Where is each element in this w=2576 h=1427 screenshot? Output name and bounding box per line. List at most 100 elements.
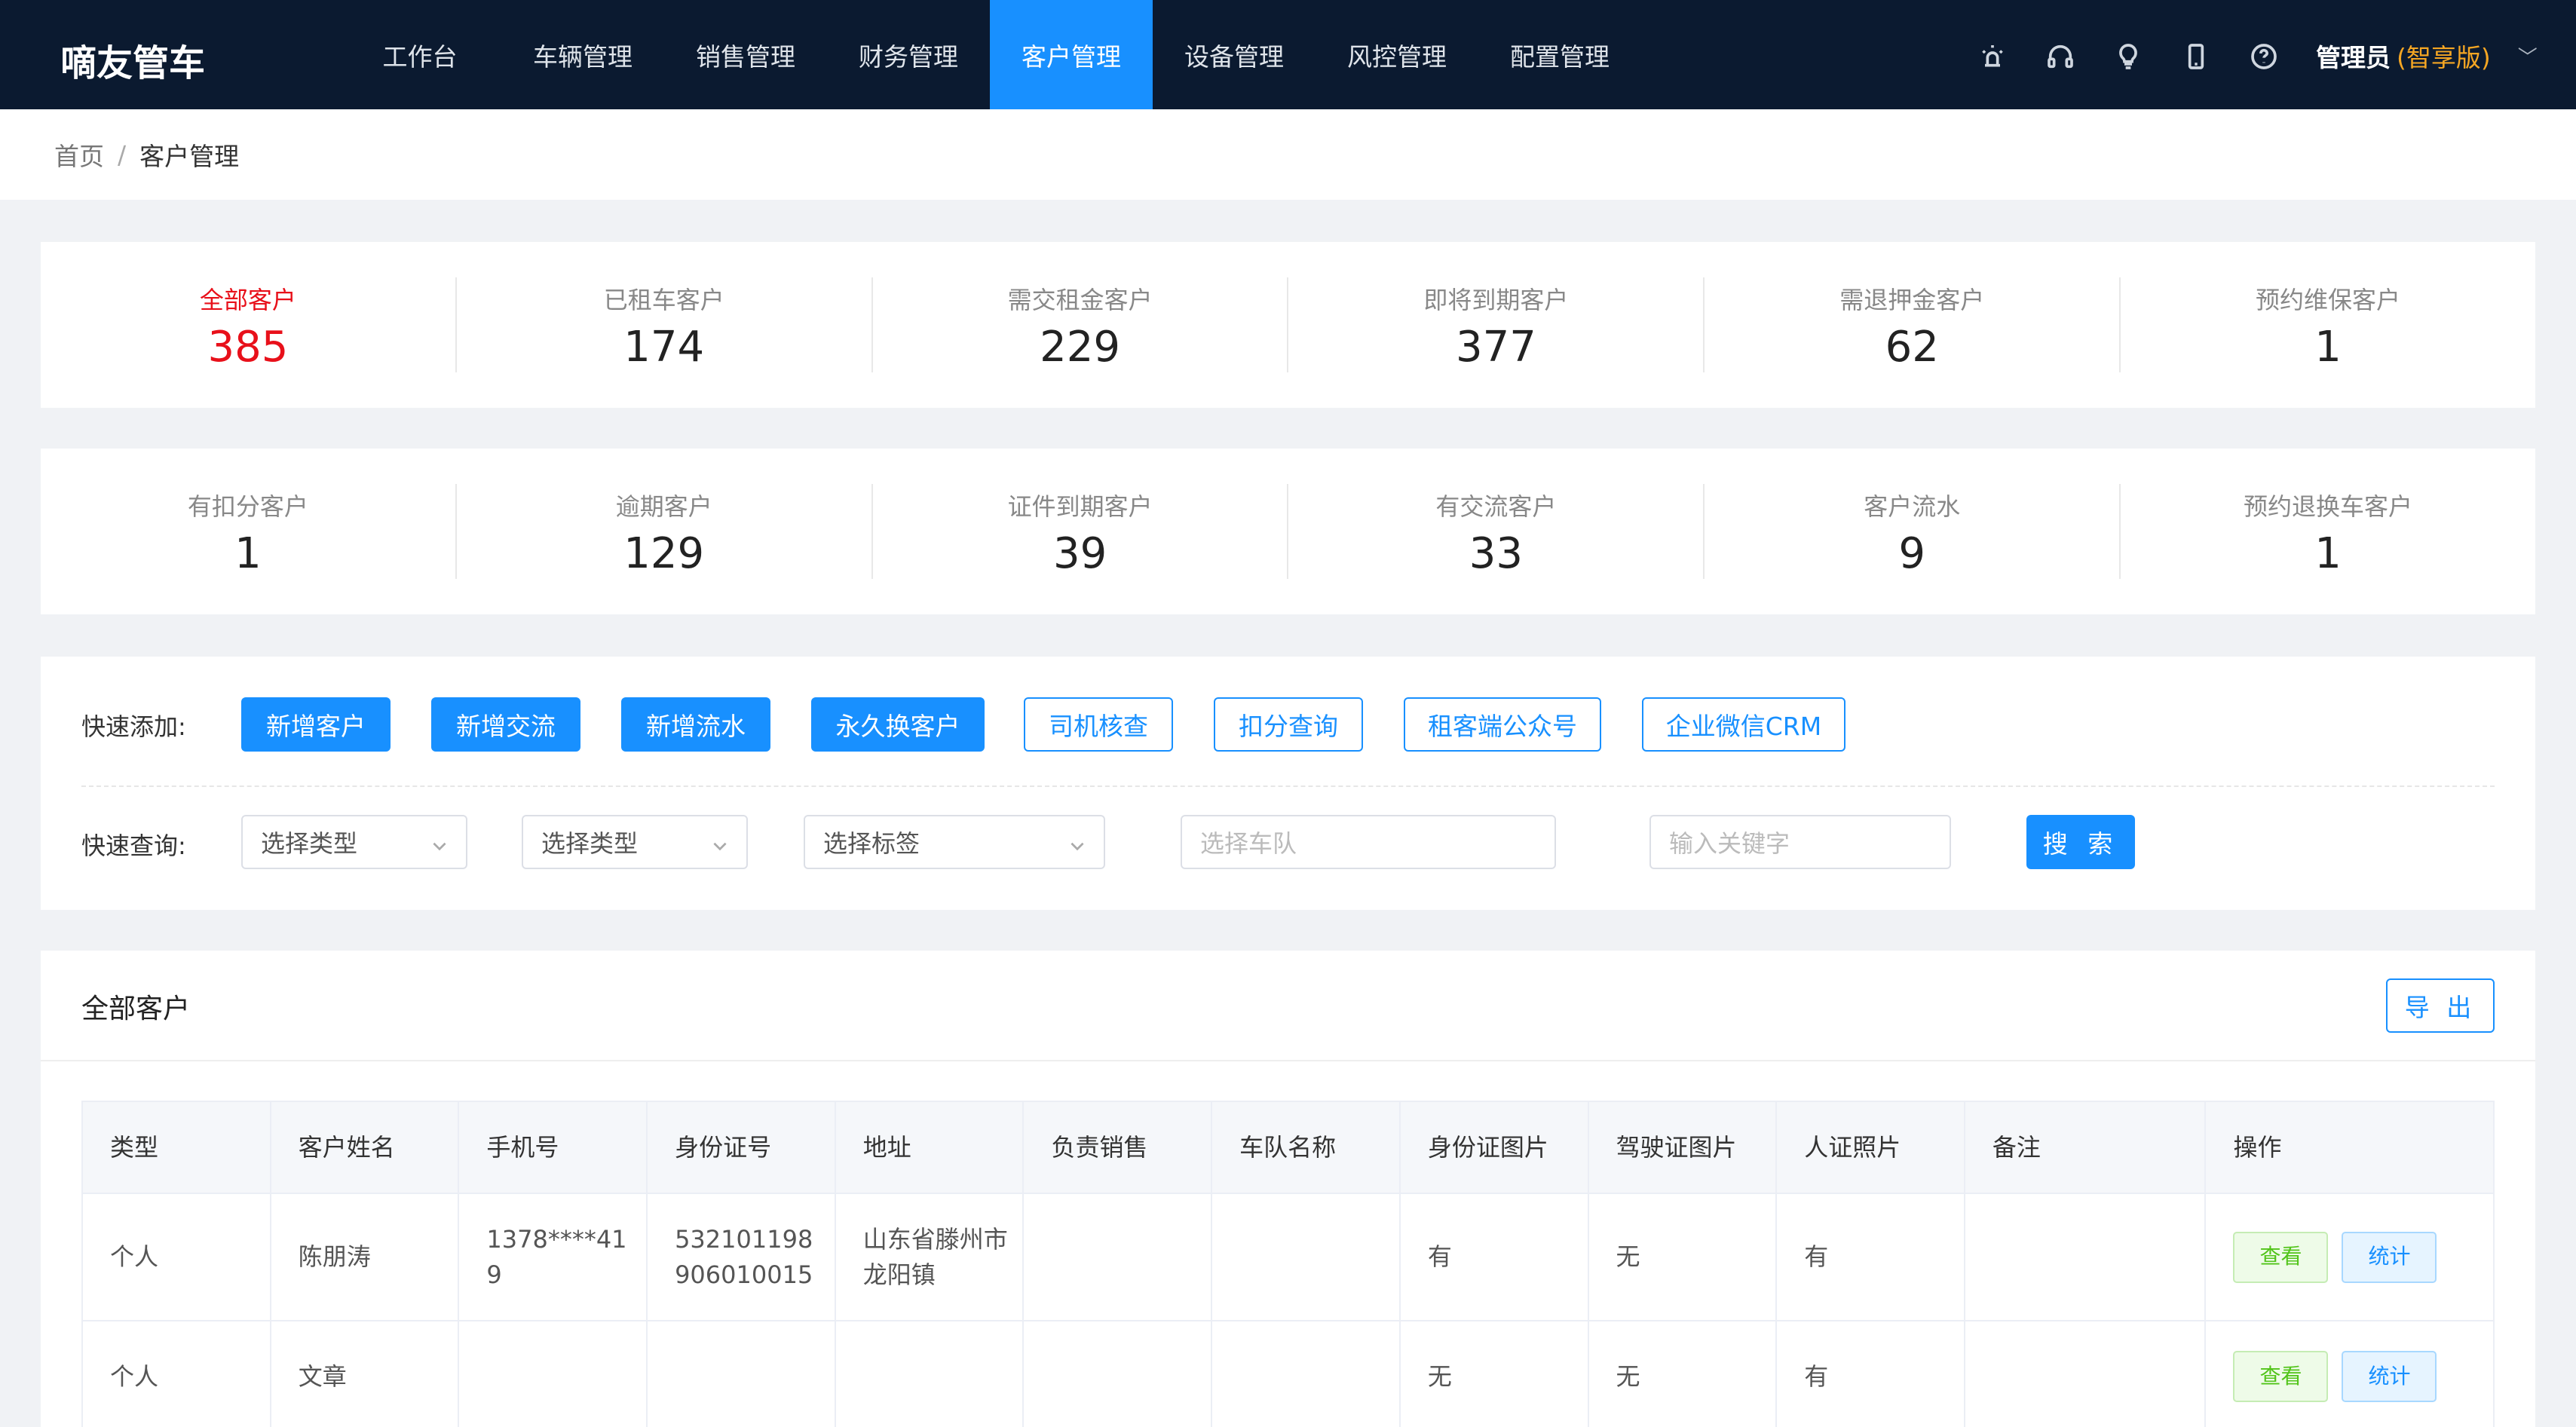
view-button[interactable]: 查看 xyxy=(2233,1231,2329,1283)
table-row: 个人 陈朋涛 1378****419 532101198906010015 山东… xyxy=(83,1194,2493,1321)
column-header: 客户姓名 xyxy=(271,1102,460,1193)
breadcrumb-home[interactable]: 首页 xyxy=(54,136,104,173)
search-button[interactable]: 搜 索 xyxy=(2026,815,2135,869)
breadcrumb-separator: / xyxy=(118,139,127,170)
stat-rent-due-customers[interactable]: 需交租金客户 229 xyxy=(873,277,1289,372)
stat-maintenance-booking-customers[interactable]: 预约维保客户 1 xyxy=(2121,277,2535,372)
tenant-official-account-button[interactable]: 租客端公众号 xyxy=(1404,697,1601,752)
permanent-swap-customer-button[interactable]: 永久换客户 xyxy=(811,697,985,752)
cell-phone: 1378****419 xyxy=(459,1194,648,1320)
stat-value: 1 xyxy=(234,529,262,578)
add-transaction-button[interactable]: 新增流水 xyxy=(621,697,770,752)
alarm-icon[interactable] xyxy=(1975,39,2010,74)
cell-id-number: 532101198906010015 xyxy=(648,1194,836,1320)
nav-workbench[interactable]: 工作台 xyxy=(338,0,501,109)
add-communication-button[interactable]: 新增交流 xyxy=(431,697,580,752)
stat-label: 需退押金客户 xyxy=(1839,286,1985,314)
stat-label: 客户流水 xyxy=(1864,492,1961,521)
stat-label: 已租车客户 xyxy=(603,286,724,314)
stats-panel-2: 有扣分客户 1 逾期客户 129 证件到期客户 39 有交流客户 33 客户流水… xyxy=(41,449,2535,614)
column-header: 手机号 xyxy=(459,1102,648,1193)
help-icon[interactable] xyxy=(2247,39,2281,74)
headset-icon[interactable] xyxy=(2043,39,2078,74)
cell-fleet xyxy=(1212,1194,1401,1320)
stat-label: 预约退换车客户 xyxy=(2244,492,2413,521)
nav-config-management[interactable]: 配置管理 xyxy=(1478,0,1641,109)
stat-value: 9 xyxy=(1898,529,1926,578)
cell-name: 陈朋涛 xyxy=(271,1194,460,1320)
nav-sales-management[interactable]: 销售管理 xyxy=(664,0,827,109)
breadcrumb: 首页 / 客户管理 xyxy=(0,109,2576,200)
stat-vehicle-return-booking-customers[interactable]: 预约退换车客户 1 xyxy=(2121,484,2535,579)
column-header: 车队名称 xyxy=(1212,1102,1401,1193)
stat-deposit-refund-customers[interactable]: 需退押金客户 62 xyxy=(1705,277,2121,372)
stat-overdue-customers[interactable]: 逾期客户 129 xyxy=(457,484,873,579)
wecom-crm-button[interactable]: 企业微信CRM xyxy=(1642,697,1845,752)
penalty-query-button[interactable]: 扣分查询 xyxy=(1214,697,1363,752)
select-value: 选择类型 xyxy=(541,829,639,858)
fleet-input[interactable]: 选择车队 xyxy=(1181,815,1556,869)
top-navbar: 嘀友管车 工作台 车辆管理 销售管理 财务管理 客户管理 设备管理 风控管理 配… xyxy=(0,0,2576,109)
cell-license-photo: 无 xyxy=(1589,1194,1778,1320)
stat-value: 1 xyxy=(2314,323,2342,372)
tag-select[interactable]: 选择标签 xyxy=(804,815,1105,869)
customer-table: 类型 客户姓名 手机号 身份证号 地址 负责销售 车队名称 身份证图片 驾驶证图… xyxy=(81,1101,2495,1427)
cell-person-photo: 有 xyxy=(1777,1194,1965,1320)
stat-label: 全部客户 xyxy=(199,286,296,314)
stats-button[interactable]: 统计 xyxy=(2342,1351,2437,1402)
cell-address: 山东省滕州市龙阳镇 xyxy=(836,1194,1025,1320)
add-customer-button[interactable]: 新增客户 xyxy=(241,697,391,752)
chevron-down-icon xyxy=(1067,833,1087,853)
cell-address xyxy=(836,1321,1025,1427)
keyword-input[interactable]: 输入关键字 xyxy=(1649,815,1951,869)
column-header: 驾驶证图片 xyxy=(1589,1102,1778,1193)
table-title: 全部客户 xyxy=(81,994,191,1024)
cell-id-photo: 有 xyxy=(1401,1194,1589,1320)
nav-finance-management[interactable]: 财务管理 xyxy=(827,0,990,109)
app-logo[interactable]: 嘀友管车 xyxy=(60,33,205,86)
select-value: 选择类型 xyxy=(261,829,358,858)
quick-panel: 快速添加: 新增客户 新增交流 新增流水 永久换客户 司机核查 扣分查询 租客端… xyxy=(41,657,2535,910)
stat-value: 1 xyxy=(2314,529,2342,578)
chevron-down-icon xyxy=(710,833,730,853)
stats-button[interactable]: 统计 xyxy=(2342,1231,2437,1283)
column-header: 人证照片 xyxy=(1777,1102,1965,1193)
stat-value: 62 xyxy=(1885,323,1939,372)
lightbulb-icon[interactable] xyxy=(2111,39,2146,74)
stat-label: 预约维保客户 xyxy=(2256,286,2401,314)
edition-badge: (智享版) xyxy=(2397,43,2491,72)
user-name: 管理员 xyxy=(2316,43,2391,72)
cell-type: 个人 xyxy=(83,1194,271,1320)
cell-remark xyxy=(1965,1194,2207,1320)
nav-risk-management[interactable]: 风控管理 xyxy=(1316,0,1478,109)
stat-customer-transactions[interactable]: 客户流水 9 xyxy=(1705,484,2121,579)
stat-rented-customers[interactable]: 已租车客户 174 xyxy=(457,277,873,372)
cell-actions: 查看 统计 xyxy=(2206,1321,2492,1427)
quick-add-label: 快速添加: xyxy=(81,712,186,741)
stat-label: 有扣分客户 xyxy=(187,492,308,521)
driver-verification-button[interactable]: 司机核查 xyxy=(1024,697,1173,752)
stat-label: 逾期客户 xyxy=(615,492,712,521)
export-button[interactable]: 导 出 xyxy=(2386,978,2495,1033)
nav-vehicle-management[interactable]: 车辆管理 xyxy=(501,0,664,109)
stat-document-expiry-customers[interactable]: 证件到期客户 39 xyxy=(873,484,1289,579)
type-select-1[interactable]: 选择类型 xyxy=(241,815,467,869)
view-button[interactable]: 查看 xyxy=(2233,1351,2329,1402)
nav-customer-management[interactable]: 客户管理 xyxy=(990,0,1153,109)
select-value: 选择标签 xyxy=(823,829,920,858)
stat-communication-customers[interactable]: 有交流客户 33 xyxy=(1288,484,1705,579)
column-header: 备注 xyxy=(1965,1102,2207,1193)
mobile-icon[interactable] xyxy=(2179,39,2213,74)
stat-value: 229 xyxy=(1040,323,1121,372)
stat-label: 需交租金客户 xyxy=(1007,286,1153,314)
cell-id-photo: 无 xyxy=(1401,1321,1589,1427)
column-header: 类型 xyxy=(83,1102,271,1193)
user-menu[interactable]: 管理员 (智享版) ﹀ xyxy=(2316,38,2538,74)
stat-expiring-customers[interactable]: 即将到期客户 377 xyxy=(1288,277,1705,372)
divider xyxy=(41,1060,2535,1061)
stat-all-customers[interactable]: 全部客户 385 xyxy=(41,277,457,372)
type-select-2[interactable]: 选择类型 xyxy=(522,815,748,869)
nav-device-management[interactable]: 设备管理 xyxy=(1153,0,1316,109)
cell-sales xyxy=(1024,1321,1213,1427)
stat-penalty-customers[interactable]: 有扣分客户 1 xyxy=(41,484,457,579)
